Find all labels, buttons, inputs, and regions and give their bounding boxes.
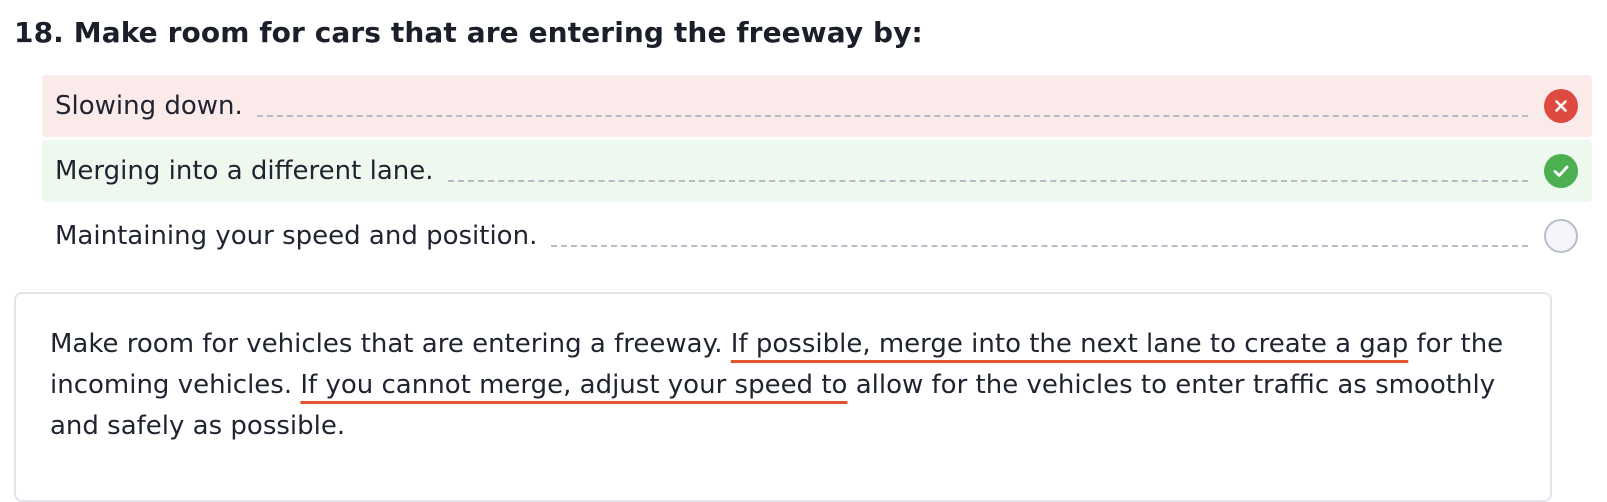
answer-label: Slowing down. [55, 91, 243, 121]
answer-label: Merging into a different lane. [55, 156, 434, 186]
answer-option-2[interactable]: Merging into a different lane. [42, 140, 1592, 202]
dotted-leader [447, 180, 1528, 182]
x-circle-icon [1544, 89, 1578, 123]
check-circle-icon [1544, 154, 1578, 188]
dotted-leader [256, 115, 1528, 117]
answer-label: Maintaining your speed and position. [55, 221, 538, 251]
answer-option-3[interactable]: Maintaining your speed and position. [42, 205, 1592, 267]
question-title: 18. Make room for cars that are entering… [14, 16, 923, 49]
empty-radio-icon[interactable] [1544, 219, 1578, 253]
answer-option-1[interactable]: Slowing down. [42, 75, 1592, 137]
highlighted-text: If you cannot merge, adjust your speed t… [300, 370, 848, 400]
answer-list: Slowing down. Merging into a different l… [42, 75, 1592, 270]
explanation-box: Make room for vehicles that are entering… [14, 292, 1552, 502]
dotted-leader [551, 245, 1528, 247]
explanation-text: Make room for vehicles that are entering… [50, 329, 731, 359]
highlighted-text: If possible, merge into the next lane to… [730, 329, 1409, 359]
